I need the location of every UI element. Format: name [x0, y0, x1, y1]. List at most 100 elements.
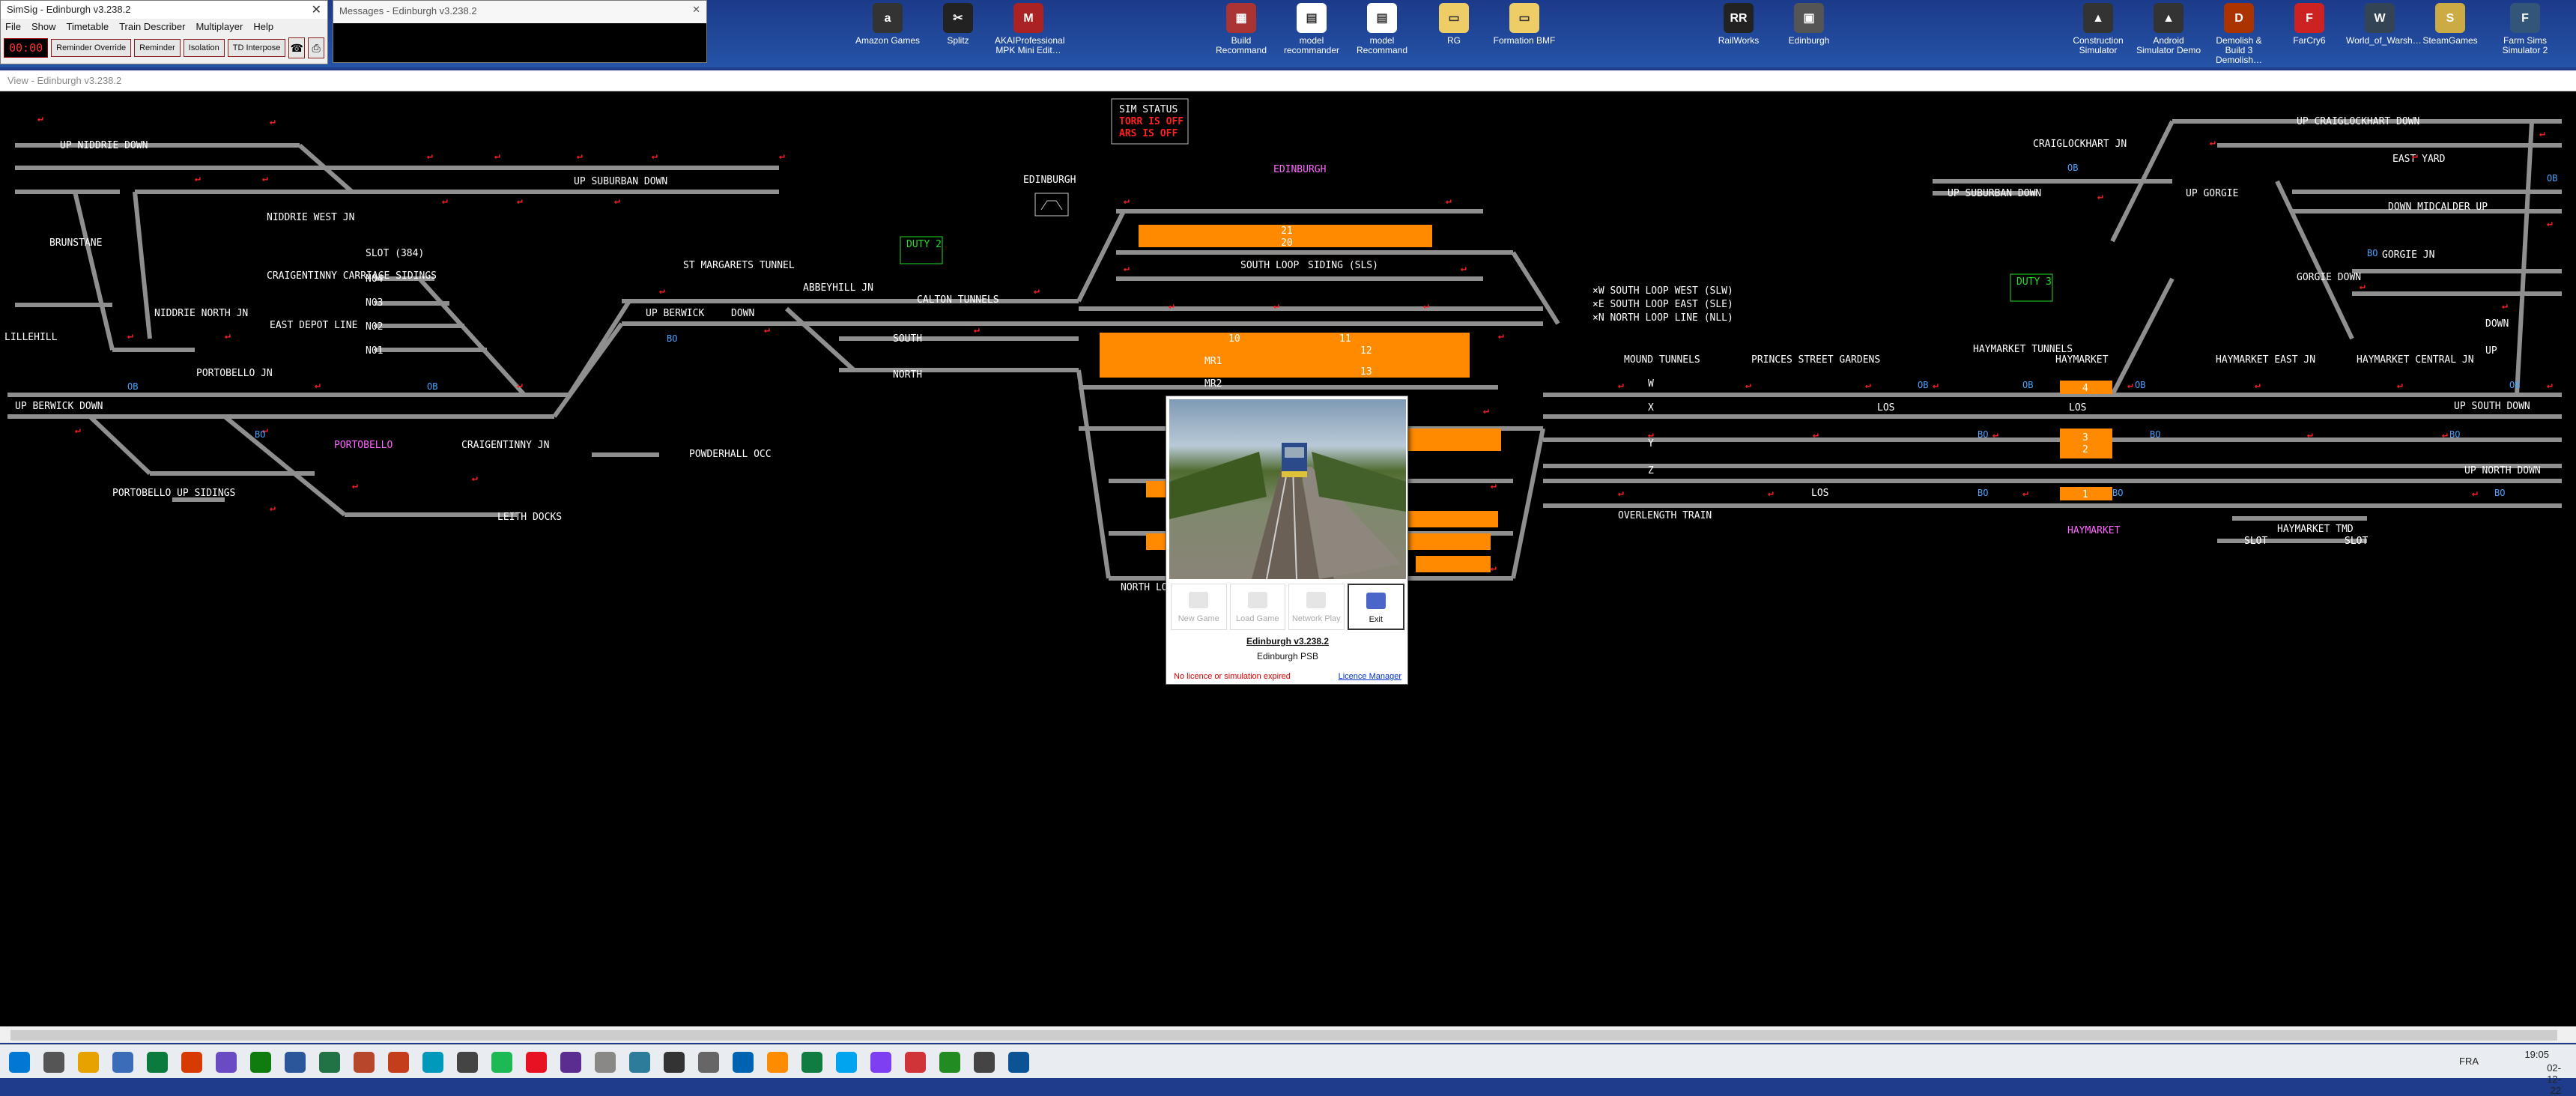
taskbar-app-icon[interactable]	[491, 1052, 512, 1073]
location-st-margarets-tunnel: ST MARGARETS TUNNEL	[683, 260, 795, 271]
clock-time[interactable]: 19:05	[2524, 1049, 2549, 1060]
desktop-icon[interactable]: ▦ Build Recommand	[1207, 3, 1275, 55]
desktop-icon[interactable]: a Amazon Games	[854, 3, 921, 46]
taskbar-app-icon[interactable]	[870, 1052, 891, 1073]
desktop-icon[interactable]: F Farm Sims Simulator 2	[2491, 3, 2559, 55]
desktop-icon[interactable]: ▲ Construction Simulator	[2064, 3, 2132, 55]
horizontal-scrollbar[interactable]	[0, 1026, 2576, 1043]
taskbar-app-icon[interactable]	[422, 1052, 443, 1073]
taskbar-app-icon[interactable]	[836, 1052, 857, 1073]
taskbar-app-icon[interactable]	[388, 1052, 409, 1073]
svg-text:BO: BO	[1978, 488, 1988, 498]
svg-text:↵: ↵	[1813, 429, 1819, 440]
siding-n03: N03	[366, 297, 383, 309]
desktop-icon[interactable]: F FarCry6	[2276, 3, 2343, 46]
svg-text:↵: ↵	[1992, 429, 1998, 440]
desktop-icon[interactable]: M AKAIProfessional MPK Mini Edit…	[995, 3, 1064, 55]
isolation-button[interactable]: Isolation	[183, 39, 225, 57]
taskbar-app-icon[interactable]	[595, 1052, 616, 1073]
location-niddrie-west-jn: NIDDRIE WEST JN	[267, 212, 354, 223]
reminder-button[interactable]: Reminder	[134, 39, 181, 57]
desktop-icon[interactable]: S SteamGames	[2416, 3, 2484, 46]
printer-icon[interactable]: ⎙	[308, 37, 324, 58]
svg-text:↵: ↵	[1491, 563, 1497, 574]
close-icon[interactable]: ✕	[312, 2, 321, 17]
taskbar-app-icon[interactable]	[974, 1052, 995, 1073]
taskbar-app-icon[interactable]	[1008, 1052, 1029, 1073]
close-icon[interactable]: ✕	[692, 4, 700, 16]
taskbar-app-icon[interactable]	[939, 1052, 960, 1073]
desktop-icon[interactable]: ▭ Formation BMF	[1491, 3, 1558, 46]
desktop-icon[interactable]: ▣ Edinburgh	[1775, 3, 1843, 46]
location-edinburgh: EDINBURGH	[1273, 164, 1326, 175]
location-haymarket: HAYMARKET	[2055, 354, 2109, 366]
desktop-icon[interactable]: W World_of_Warsh…	[2346, 3, 2422, 46]
taskbar-app-icon[interactable]	[698, 1052, 719, 1073]
location-craiglockhart-jn: CRAIGLOCKHART JN	[2033, 139, 2127, 150]
splash-version[interactable]: Edinburgh v3.238.2	[1166, 636, 1409, 647]
taskbar-app-icon[interactable]	[250, 1052, 271, 1073]
taskbar-app-icon[interactable]	[181, 1052, 202, 1073]
desktop-icon-label: World_of_Warsh…	[2346, 35, 2422, 46]
new-game-button[interactable]: New Game	[1171, 584, 1227, 630]
svg-text:OB: OB	[2135, 380, 2145, 390]
svg-text:↵: ↵	[195, 173, 201, 184]
taskbar-app-icon[interactable]	[664, 1052, 685, 1073]
taskbar-app-icon[interactable]	[78, 1052, 99, 1073]
exit-button[interactable]: Exit	[1347, 584, 1404, 630]
scrollbar-thumb[interactable]	[10, 1030, 2557, 1041]
taskbar-app-icon[interactable]	[733, 1052, 754, 1073]
taskbar-app-icon[interactable]	[147, 1052, 168, 1073]
taskbar-app-icon[interactable]	[216, 1052, 237, 1073]
td-interpose-button[interactable]: TD Interpose	[227, 39, 286, 57]
svg-text:↵: ↵	[1618, 380, 1624, 391]
taskbar-app-icon[interactable]	[457, 1052, 478, 1073]
reminder-override-button[interactable]: Reminder Override	[51, 39, 132, 57]
taskbar-app-icon[interactable]	[526, 1052, 547, 1073]
load-game-button[interactable]: Load Game	[1229, 584, 1285, 630]
simsig-control-window: SimSig - Edinburgh v3.238.2 ✕ File Show …	[0, 0, 328, 64]
taskbar-app-icon[interactable]	[354, 1052, 375, 1073]
desktop-icon[interactable]: ▭ RG	[1420, 3, 1488, 46]
desktop-icon[interactable]: D Demolish & Build 3 Demolish…	[2205, 3, 2273, 65]
taskbar-app-icon[interactable]	[629, 1052, 650, 1073]
svg-text:↵: ↵	[2022, 488, 2028, 499]
taskbar-app-icon[interactable]	[112, 1052, 133, 1073]
svg-text:↵: ↵	[1865, 380, 1871, 391]
desktop-icon[interactable]: ▤ model Recommand	[1348, 3, 1416, 55]
view-title-bar: View - Edinburgh v3.238.2	[0, 70, 2576, 91]
desktop-icon[interactable]: ▤ model recommander	[1278, 3, 1345, 55]
svg-text:↵: ↵	[1423, 300, 1429, 312]
platform-2: 2	[2082, 444, 2088, 455]
taskbar-app-icon[interactable]	[9, 1052, 30, 1073]
taskbar-app-icon[interactable]	[560, 1052, 581, 1073]
line-south-loop: SOUTH LOOP	[1240, 260, 1299, 271]
licence-manager-link[interactable]: Licence Manager	[1339, 672, 1401, 681]
line-up-berwick-down: UP BERWICK DOWN	[15, 401, 103, 412]
menu-multiplayer[interactable]: Multiplayer	[196, 21, 243, 33]
desktop-icon[interactable]: ✂ Splitz	[924, 3, 992, 46]
taskbar-app-icon[interactable]	[905, 1052, 926, 1073]
menu-train-describer[interactable]: Train Describer	[119, 21, 185, 33]
platform-3: 3	[2082, 432, 2088, 443]
desktop-icon[interactable]: RR RailWorks	[1705, 3, 1772, 46]
taskbar-app-icon[interactable]	[801, 1052, 822, 1073]
menu-timetable[interactable]: Timetable	[66, 21, 109, 33]
phone-icon[interactable]: ☎	[288, 37, 306, 58]
taskbar-app-icon[interactable]	[319, 1052, 340, 1073]
taskbar-app-icon[interactable]	[43, 1052, 64, 1073]
menu-show[interactable]: Show	[31, 21, 56, 33]
taskbar-app-icon[interactable]	[285, 1052, 306, 1073]
menu-help[interactable]: Help	[253, 21, 273, 33]
language-indicator[interactable]: FRA	[2459, 1056, 2479, 1067]
menu-file[interactable]: File	[5, 21, 21, 33]
network-play-button[interactable]: Network Play	[1288, 584, 1345, 630]
clock-date[interactable]: 02-12-22	[2547, 1062, 2561, 1096]
track-los-2: LOS	[2069, 402, 2086, 414]
desktop-icon-image: ▭	[1509, 3, 1539, 33]
sim-clock[interactable]: 00:00	[4, 38, 49, 58]
taskbar-app-icon[interactable]	[767, 1052, 788, 1073]
licence-status: No licence or simulation expired	[1174, 672, 1291, 681]
svg-text:↵: ↵	[764, 324, 770, 336]
desktop-icon[interactable]: ▲ Android Simulator Demo	[2135, 3, 2202, 55]
